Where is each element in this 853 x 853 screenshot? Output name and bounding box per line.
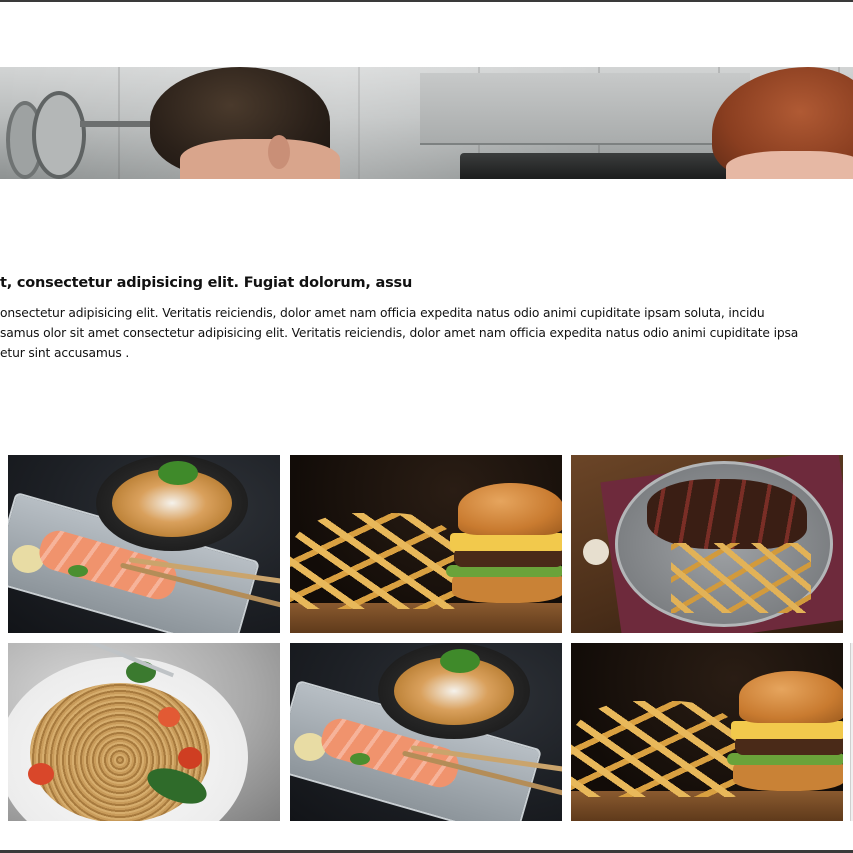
top-divider [0,0,853,2]
article-heading: t, consectetur adipisicing elit. Fugiat … [0,275,413,291]
chef-left [150,67,350,179]
hero-banner-image [0,67,853,179]
paragraph-line: samus olor sit amet consectetur adipisic… [0,326,799,340]
paragraph-line: onsectetur adipisicing elit. Veritatis r… [0,306,765,320]
gallery-item-salmon[interactable] [290,643,562,821]
gallery-item-salmon[interactable] [8,455,280,633]
chef-right [712,67,853,179]
stove [460,153,740,179]
paragraph-line: etur sint accusamus . [0,346,130,360]
hanging-pans [6,81,86,179]
article-paragraph: onsectetur adipisicing elit. Veritatis r… [0,303,853,363]
gallery-item-steak[interactable] [571,455,843,633]
gallery-item-burger[interactable] [571,643,843,821]
gallery-item-pasta[interactable] [8,643,280,821]
page: t, consectetur adipisicing elit. Fugiat … [0,0,853,853]
kitchen-hood [420,73,750,145]
gallery-item-burger[interactable] [290,455,562,633]
